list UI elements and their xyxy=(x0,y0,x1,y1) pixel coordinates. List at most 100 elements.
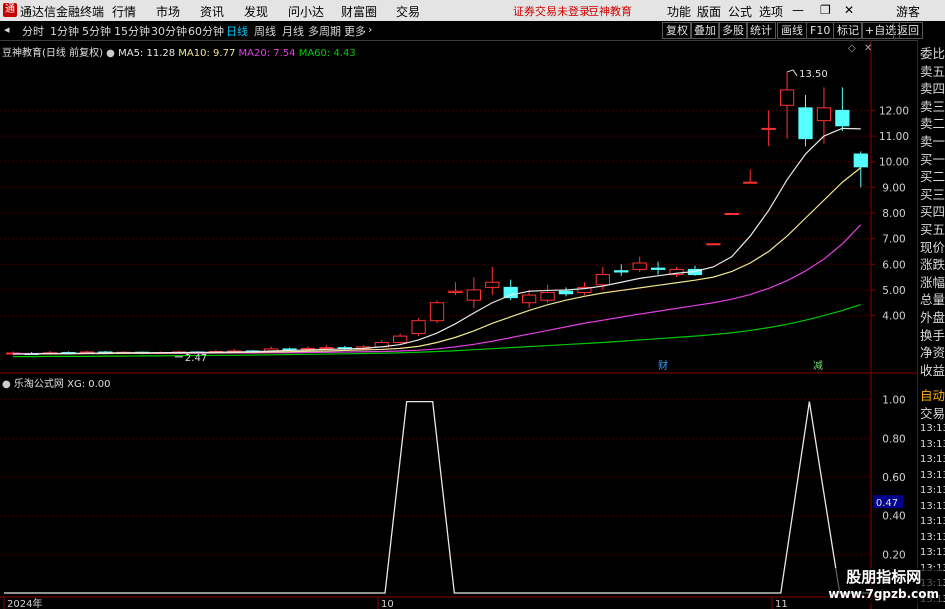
side-item-12[interactable]: 涨跌 xyxy=(920,254,945,273)
indicator-tick-label: 0.40 xyxy=(882,511,905,523)
menu-gongneng[interactable]: 功能 xyxy=(667,3,691,20)
side-item-18[interactable]: 收益 xyxy=(920,360,945,379)
side-item-0[interactable]: 委比 xyxy=(920,43,945,62)
period-back-icon[interactable]: ◂ xyxy=(4,23,10,36)
side-item-6[interactable]: 买一 xyxy=(920,149,945,168)
biaoji-button[interactable]: 标记 xyxy=(833,22,863,39)
side-item-3[interactable]: 卖三 xyxy=(920,96,945,115)
side-item-13[interactable]: 涨幅 xyxy=(920,272,945,291)
period-multi[interactable]: 多周期 xyxy=(308,23,341,39)
period-5min[interactable]: 5分钟 xyxy=(82,23,111,39)
candle-body xyxy=(521,294,537,304)
chart-area[interactable]: 12.00 11.00 10.00 9.00 8.00 7.00 6.00 5.00 4.00 1… xyxy=(0,40,917,609)
candle-body xyxy=(448,290,463,294)
candle-body xyxy=(706,243,721,246)
candle-body xyxy=(411,320,426,335)
period-monthly[interactable]: 月线 xyxy=(282,23,304,39)
trade-tab[interactable]: 交易 xyxy=(920,403,945,422)
period-1min[interactable]: 1分钟 xyxy=(50,23,79,39)
minimize-icon[interactable]: — xyxy=(792,3,804,17)
login-warning[interactable]: 证券交易未登录 xyxy=(513,3,590,19)
indicator-name: 乐淘公式网 xyxy=(13,379,64,390)
period-weekly[interactable]: 周线 xyxy=(254,23,276,39)
main-grid xyxy=(0,40,917,609)
fuquan-button[interactable]: 复权 xyxy=(662,22,692,39)
tick-time: 13:13 xyxy=(920,438,945,450)
period-more[interactable]: 更多 xyxy=(344,23,366,39)
guest-label[interactable]: 游客 xyxy=(896,3,920,20)
indicator-value: XG: 0.00 xyxy=(67,379,111,390)
menu-jiaoyi[interactable]: 交易 xyxy=(396,3,420,20)
indicator-plot xyxy=(4,400,870,594)
app-title: 通达信金融终端 xyxy=(20,5,105,19)
side-item-11[interactable]: 现价 xyxy=(920,237,945,256)
side-item-4[interactable]: 卖二 xyxy=(920,113,945,132)
ma10-legend: MA10: 9.77 xyxy=(178,48,236,59)
restore-icon[interactable]: ❐ xyxy=(820,3,831,17)
diamond-icon[interactable]: ◇ xyxy=(848,43,856,54)
tick-time: 13:13 xyxy=(920,500,945,512)
menu-shichang[interactable]: 市场 xyxy=(156,3,180,20)
close-icon[interactable]: ✕ xyxy=(844,3,854,17)
duogu-button[interactable]: 多股 xyxy=(718,22,748,39)
auto-trade-tab[interactable]: 自动 xyxy=(920,385,945,404)
tick-time: 13:13 xyxy=(920,423,945,434)
side-item-7[interactable]: 买二 xyxy=(920,166,945,185)
candle-body xyxy=(485,281,500,288)
period-15min[interactable]: 15分钟 xyxy=(114,23,150,39)
period-daily[interactable]: 日线 xyxy=(226,23,248,39)
menu-caifuquan[interactable]: 财富圈 xyxy=(341,3,377,20)
ma5-legend: MA5: 11.28 xyxy=(118,48,176,59)
side-item-17[interactable]: 净资 xyxy=(920,342,945,361)
huaxian-button[interactable]: 画线 xyxy=(777,22,807,39)
period-fenshi[interactable]: 分时 xyxy=(22,23,44,39)
side-item-2[interactable]: 卖四 xyxy=(920,78,945,97)
menu-wenxiaoda[interactable]: 问小达 xyxy=(288,3,324,20)
price-axes: 12.00 11.00 10.00 9.00 8.00 7.00 6.00 5.00 4.00 1… xyxy=(3,69,909,609)
title-bar: 通 通达信金融终端 行情 市场 资讯 发现 问小达 财富圈 交易 证券交易未登录… xyxy=(0,0,945,22)
side-item-8[interactable]: 买三 xyxy=(920,184,945,203)
candle-body xyxy=(540,292,555,301)
side-item-15[interactable]: 外盘 xyxy=(920,307,945,326)
price-tick-label: 12.00 xyxy=(879,105,909,117)
menu-gongshi[interactable]: 公式 xyxy=(728,3,752,20)
indicator-tick-label: 0.80 xyxy=(882,433,905,445)
ma20-legend: MA20: 7.54 xyxy=(238,48,296,59)
cai-event-marker: 财 xyxy=(658,359,668,372)
candle-body xyxy=(650,267,666,270)
chevron-right-icon[interactable]: › xyxy=(368,23,372,36)
side-item-5[interactable]: 卖一 xyxy=(920,131,945,150)
jian-event-marker: 减 xyxy=(813,360,823,372)
tick-time: 13:13 xyxy=(920,547,945,558)
menu-banmian[interactable]: 版面 xyxy=(697,3,721,20)
settings-dot-icon[interactable]: ● xyxy=(106,48,115,59)
period-30min[interactable]: 30分钟 xyxy=(151,23,187,39)
price-tick-label: 10.00 xyxy=(879,157,909,169)
side-item-16[interactable]: 换手 xyxy=(920,325,945,344)
close-panel-icon[interactable]: ✕ xyxy=(864,43,872,54)
menu-faxian[interactable]: 发现 xyxy=(244,3,268,20)
candle-body xyxy=(798,107,813,140)
f10-button[interactable]: F10 xyxy=(806,22,835,39)
side-item-14[interactable]: 总量 xyxy=(920,289,945,308)
low-price-label: 2.47 xyxy=(185,353,207,364)
side-item-9[interactable]: 买四 xyxy=(920,201,945,220)
menu-hangqing[interactable]: 行情 xyxy=(112,3,136,20)
diejia-button[interactable]: 叠加 xyxy=(690,22,720,39)
candle-body xyxy=(632,262,647,270)
candle-body xyxy=(835,109,850,127)
candle-body xyxy=(319,347,334,350)
candlesticks xyxy=(6,71,868,356)
period-bar: ◂ 分时 1分钟 5分钟 15分钟 30分钟 60分钟 日线 周线 月线 多周期… xyxy=(0,21,945,41)
tongji-button[interactable]: 统计 xyxy=(746,22,776,39)
indicator-settings-icon[interactable]: ● xyxy=(2,379,11,390)
period-60min[interactable]: 60分钟 xyxy=(188,23,224,39)
back-button[interactable]: 返回 xyxy=(893,22,923,39)
side-item-1[interactable]: 卖五 xyxy=(920,61,945,80)
side-item-10[interactable]: 买五 xyxy=(920,219,945,238)
menu-xuanxiang[interactable]: 选项 xyxy=(759,3,783,20)
candle-body xyxy=(558,290,574,295)
quote-side-panel: 委比 卖五 卖四 卖三 卖二 卖一 买一 买二 买三 买四 买五 现价 涨跌 涨幅 总量 外盘 换手 净资 收益自动… xyxy=(917,40,945,609)
menu-zixun[interactable]: 资讯 xyxy=(200,3,224,20)
price-tick-label: 8.00 xyxy=(882,208,905,220)
